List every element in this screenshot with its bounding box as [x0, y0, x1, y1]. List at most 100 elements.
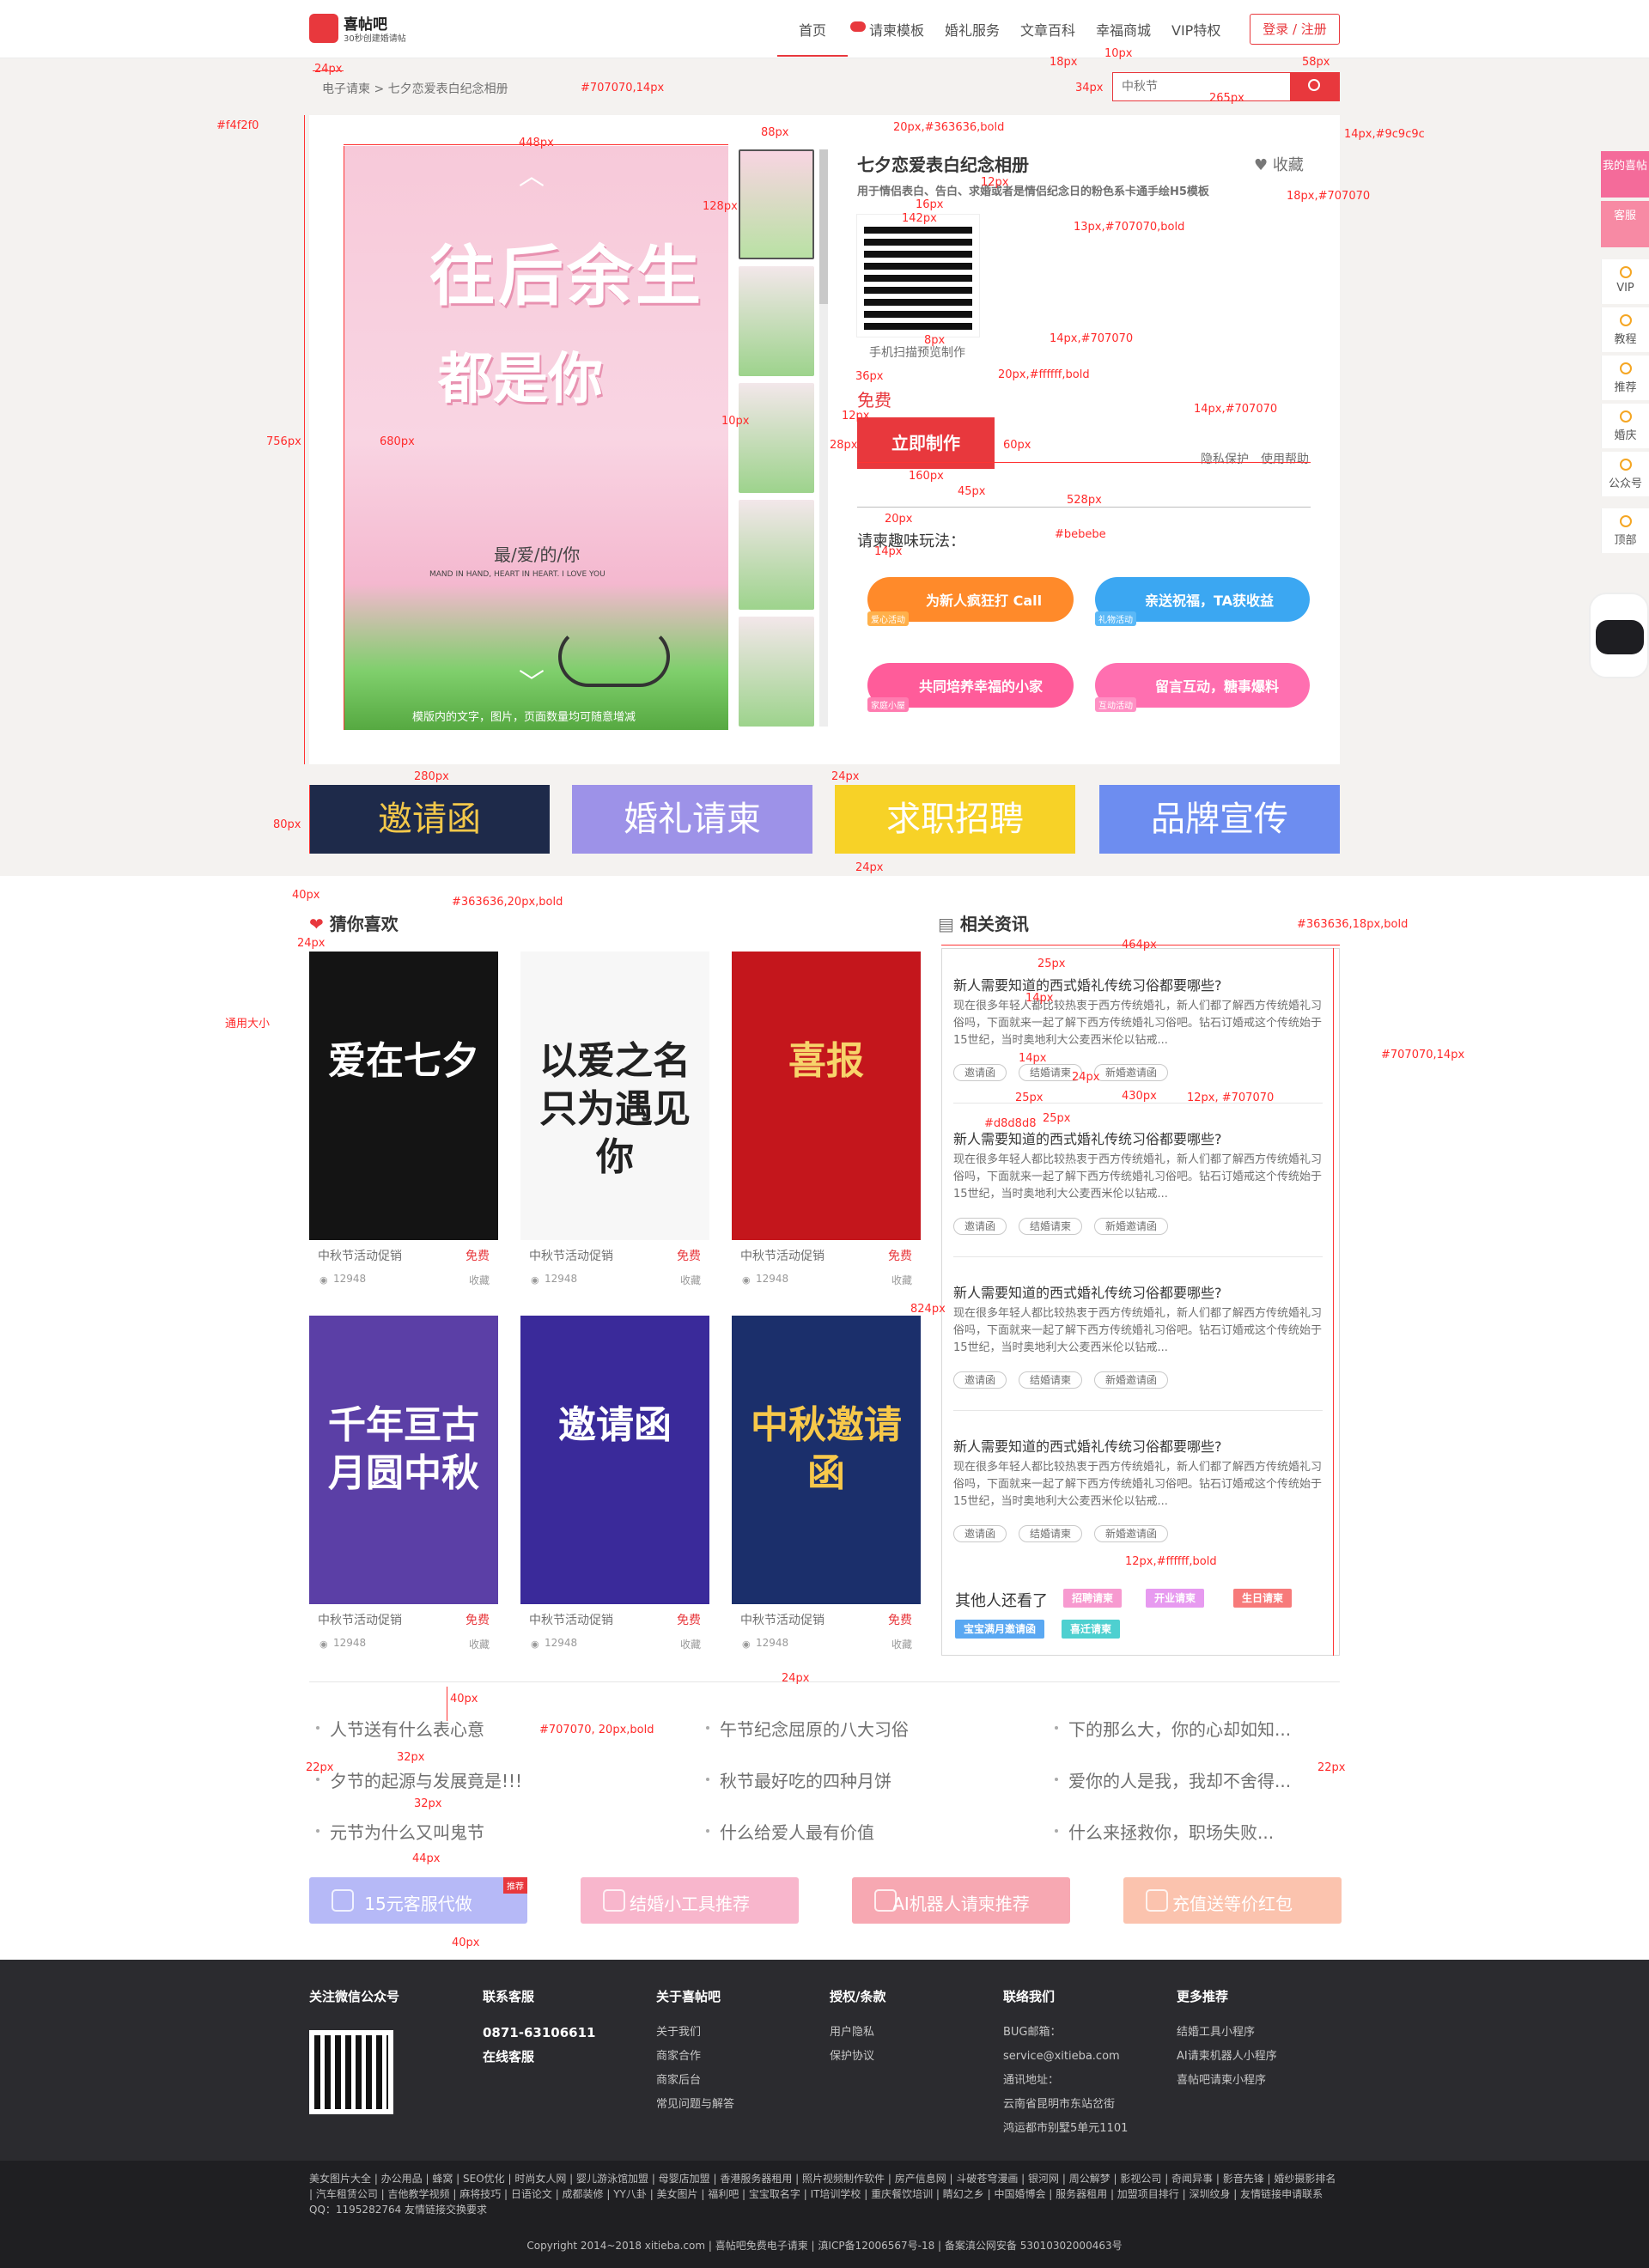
- news-tag[interactable]: 新婚邀请函: [1094, 1218, 1169, 1235]
- fun-card-home[interactable]: 共同培养幸福的小家 家庭小屋: [867, 663, 1074, 712]
- footer-link[interactable]: 关于我们: [656, 2021, 819, 2045]
- template-thumbnail[interactable]: 邀请函: [520, 1316, 709, 1604]
- thumbnail[interactable]: [739, 266, 814, 376]
- template-collect[interactable]: 收藏: [891, 1637, 912, 1651]
- news-tag[interactable]: 邀请函: [953, 1525, 1007, 1542]
- search-button[interactable]: [1290, 72, 1340, 101]
- article-link[interactable]: 什么给爱人最有价值: [720, 1819, 874, 1844]
- side-button[interactable]: 教程: [1601, 307, 1649, 352]
- side-button[interactable]: 公众号: [1601, 452, 1649, 496]
- news-tag[interactable]: 邀请函: [953, 1371, 1007, 1389]
- preview-up-arrow[interactable]: ︿: [519, 155, 545, 192]
- robot-mascot[interactable]: [1589, 593, 1649, 678]
- search-input[interactable]: [1113, 73, 1285, 100]
- promo-button[interactable]: 结婚小工具推荐: [581, 1877, 799, 1924]
- news-headline[interactable]: 新人需要知道的西式婚礼传统习俗都要哪些?: [953, 1281, 1222, 1302]
- footer-link[interactable]: BUG邮箱：: [1003, 2021, 1166, 2045]
- nav-home[interactable]: 首页: [799, 19, 826, 40]
- template-collect[interactable]: 收藏: [469, 1637, 490, 1651]
- thumbnail[interactable]: [739, 500, 814, 610]
- news-item[interactable]: 新人需要知道的西式婚礼传统习俗都要哪些? 现在很多年轻人都比较热衷于西方传统婚礼，…: [953, 1128, 1323, 1265]
- friend-links[interactable]: 美女图片大全 | 办公用品 | 蜂窝 | SEO优化 | 时尚女人网 | 婴儿游…: [309, 2171, 1340, 2217]
- footer-link[interactable]: 0871-63106611: [483, 2021, 646, 2045]
- news-item[interactable]: 新人需要知道的西式婚礼传统习俗都要哪些? 现在很多年轻人都比较热衷于西方传统婚礼，…: [953, 1281, 1323, 1419]
- article-link[interactable]: 夕节的起源与发展竟是!!!: [330, 1767, 522, 1792]
- news-tag[interactable]: 邀请函: [953, 1218, 1007, 1235]
- nav-templates[interactable]: 请柬模板: [869, 19, 924, 40]
- promo-button[interactable]: 15元客服代做 推荐: [309, 1877, 527, 1924]
- banner-brand[interactable]: 品牌宣传: [1099, 785, 1340, 854]
- template-card[interactable]: 喜报 中秋节活动促销 免费 ◉ 12948 收藏: [732, 952, 921, 1292]
- template-collect[interactable]: 收藏: [680, 1273, 701, 1287]
- collect-button[interactable]: ♥ 收藏: [1254, 153, 1304, 175]
- breadcrumb-root[interactable]: 电子请柬: [322, 82, 370, 96]
- footer-link[interactable]: 在线客服: [483, 2045, 646, 2069]
- news-tag[interactable]: 结婚请柬: [1019, 1371, 1083, 1389]
- article-link[interactable]: 午节纪念屈原的八大习俗: [720, 1716, 909, 1741]
- template-thumbnail[interactable]: 千年亘古月圆中秋: [309, 1316, 498, 1604]
- nav-shop[interactable]: 幸福商城: [1096, 19, 1151, 40]
- others-tag[interactable]: 生日请柬: [1233, 1589, 1293, 1608]
- banner-recruit[interactable]: 求职招聘: [835, 785, 1075, 854]
- footer-link[interactable]: 商家后台: [656, 2069, 819, 2093]
- others-tag[interactable]: 开业请柬: [1146, 1589, 1205, 1608]
- thumbnail[interactable]: [739, 617, 814, 727]
- footer-link[interactable]: 云南省昆明市东站岔街: [1003, 2093, 1166, 2117]
- template-name[interactable]: 中秋节活动促销: [529, 1611, 613, 1628]
- template-thumbnail[interactable]: 以爱之名 只为遇见你: [520, 952, 709, 1240]
- side-button[interactable]: 顶部: [1601, 508, 1649, 553]
- footer-link[interactable]: 通讯地址：: [1003, 2069, 1166, 2093]
- template-thumbnail[interactable]: 喜报: [732, 952, 921, 1240]
- news-tag[interactable]: 邀请函: [953, 1064, 1007, 1081]
- template-collect[interactable]: 收藏: [680, 1637, 701, 1651]
- template-name[interactable]: 中秋节活动促销: [740, 1247, 824, 1264]
- nav-vip[interactable]: VIP特权: [1171, 19, 1220, 40]
- template-name[interactable]: 中秋节活动促销: [318, 1247, 402, 1264]
- thumbnail[interactable]: [739, 149, 814, 259]
- news-item[interactable]: 新人需要知道的西式婚礼传统习俗都要哪些? 现在很多年轻人都比较热衷于西方传统婚礼，…: [953, 1435, 1323, 1572]
- footer-link[interactable]: 常见问题与解答: [656, 2093, 819, 2117]
- news-tag[interactable]: 新婚邀请函: [1094, 1525, 1169, 1542]
- footer-link[interactable]: 喜帖吧请柬小程序: [1177, 2069, 1340, 2093]
- banner-wedding[interactable]: 婚礼请柬: [572, 785, 812, 854]
- footer-link[interactable]: 鸿运都市别墅5单元1101: [1003, 2117, 1166, 2141]
- side-button[interactable]: 婚庆: [1601, 404, 1649, 448]
- promo-button[interactable]: AI机器人请柬推荐: [852, 1877, 1070, 1924]
- nav-articles[interactable]: 文章百科: [1020, 19, 1075, 40]
- promo-button[interactable]: 充值送等价红包: [1123, 1877, 1342, 1924]
- side-button[interactable]: 推荐: [1601, 356, 1649, 400]
- footer-link[interactable]: 保护协议: [830, 2045, 993, 2069]
- footer-link[interactable]: 结婚工具小程序: [1177, 2021, 1340, 2045]
- template-thumbnail[interactable]: 爱在七夕: [309, 952, 498, 1240]
- news-headline[interactable]: 新人需要知道的西式婚礼传统习俗都要哪些?: [953, 1435, 1222, 1456]
- template-name[interactable]: 中秋节活动促销: [740, 1611, 824, 1628]
- others-tag[interactable]: 宝宝满月邀请函: [955, 1620, 1045, 1639]
- news-tag[interactable]: 结婚请柬: [1019, 1525, 1083, 1542]
- news-headline[interactable]: 新人需要知道的西式婚礼传统习俗都要哪些?: [953, 974, 1222, 994]
- banner-invitation[interactable]: 邀请函: [309, 785, 550, 854]
- article-link[interactable]: 元节为什么又叫鬼节: [330, 1819, 484, 1844]
- news-headline[interactable]: 新人需要知道的西式婚礼传统习俗都要哪些?: [953, 1128, 1222, 1148]
- template-collect[interactable]: 收藏: [891, 1273, 912, 1287]
- nav-wedding-service[interactable]: 婚礼服务: [945, 19, 1000, 40]
- template-card[interactable]: 中秋邀请函 中秋节活动促销 免费 ◉ 12948 收藏: [732, 1316, 921, 1656]
- help-link[interactable]: 使用帮助: [1261, 450, 1309, 467]
- news-tag[interactable]: 结婚请柬: [1019, 1218, 1083, 1235]
- make-now-button[interactable]: 立即制作: [857, 417, 995, 469]
- template-card[interactable]: 千年亘古月圆中秋 中秋节活动促销 免费 ◉ 12948 收藏: [309, 1316, 498, 1656]
- news-tag[interactable]: 新婚邀请函: [1094, 1371, 1169, 1389]
- others-tag[interactable]: 招聘请柬: [1063, 1589, 1123, 1608]
- footer-link[interactable]: service@xitieba.com: [1003, 2045, 1166, 2069]
- template-name[interactable]: 中秋节活动促销: [529, 1247, 613, 1264]
- thumbnail-scrollbar[interactable]: [819, 149, 828, 727]
- others-tag[interactable]: 喜迁请柬: [1062, 1620, 1121, 1639]
- article-link[interactable]: 爱你的人是我，我却不舍得...: [1068, 1767, 1291, 1792]
- template-collect[interactable]: 收藏: [469, 1273, 490, 1287]
- template-card[interactable]: 邀请函 中秋节活动促销 免费 ◉ 12948 收藏: [520, 1316, 709, 1656]
- article-link[interactable]: 什么来拯救你，职场失败...: [1068, 1819, 1274, 1844]
- template-thumbnail[interactable]: 中秋邀请函: [732, 1316, 921, 1604]
- thumbnail[interactable]: [739, 383, 814, 493]
- template-card[interactable]: 爱在七夕 中秋节活动促销 免费 ◉ 12948 收藏: [309, 952, 498, 1292]
- article-link[interactable]: 下的那么大，你的心却如知...: [1068, 1716, 1291, 1741]
- footer-link[interactable]: 商家合作: [656, 2045, 819, 2069]
